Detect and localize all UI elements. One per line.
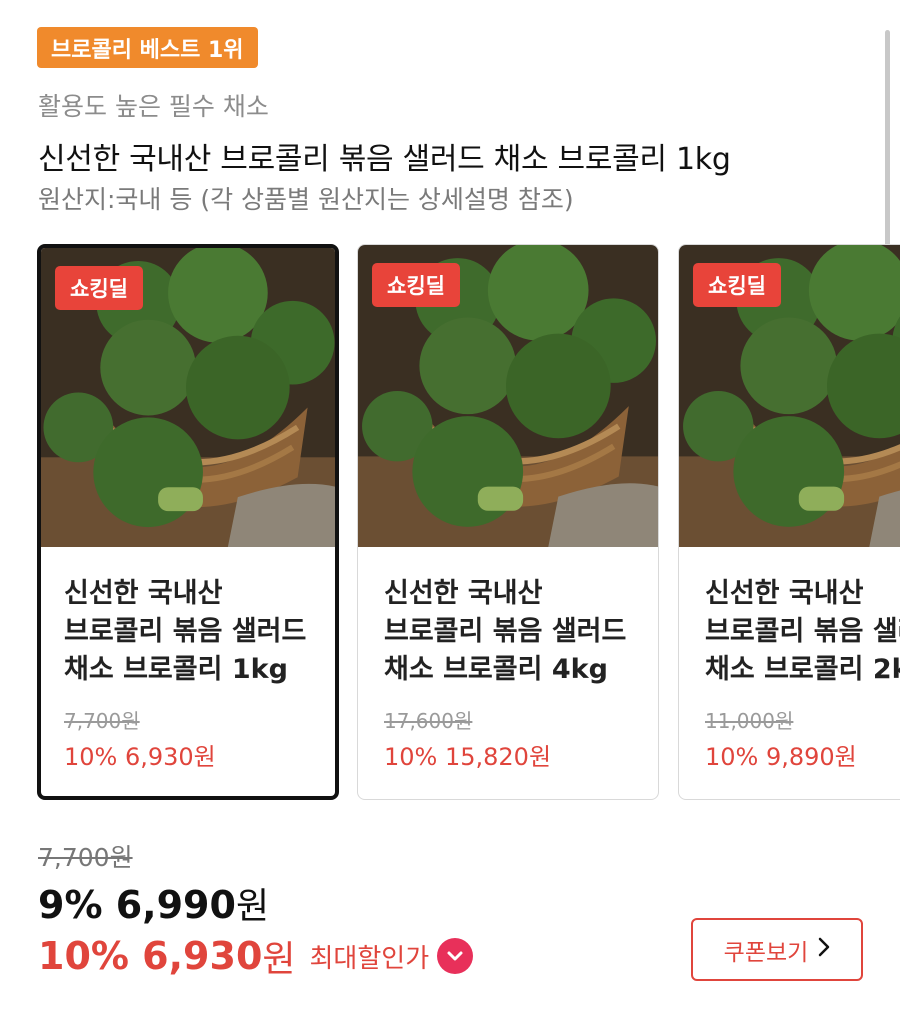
max-discount-label: 최대할인가 (309, 943, 430, 974)
option-original-price: 11,000원 (705, 709, 794, 733)
product-origin: 원산지:국내 등 (각 상품별 원산지는 상세설명 참조) (38, 185, 574, 214)
max-discount-unit: 원 (262, 939, 296, 980)
current-price: 9% 6,990원 (38, 877, 269, 929)
option-name: 신선한 국내산 브로콜리 볶음 샐러드 채소 브로콜리 2kg (705, 578, 900, 685)
original-price: 7,700원 (38, 843, 133, 872)
deal-badge: 쇼킹딜 (372, 263, 460, 307)
current-price-value: 9% 6,990 (38, 883, 236, 927)
option-original-price: 7,700원 (64, 709, 140, 733)
option-original-price: 17,600원 (384, 709, 473, 733)
chevron-right-icon (818, 937, 830, 963)
coupon-view-button[interactable]: 쿠폰보기 (691, 918, 863, 981)
product-title: 신선한 국내산 브로콜리 볶음 샐러드 채소 브로콜리 1kg (38, 142, 731, 177)
product-image: 쇼킹딜 (679, 245, 900, 547)
max-discount-value: 10% 6,930 (38, 934, 263, 978)
current-price-unit: 원 (235, 886, 270, 927)
option-card-1kg[interactable]: 쇼킹딜 신선한 국내산 브로콜리 볶음 샐러드 채소 브로콜리 1kg 7,70… (37, 244, 339, 800)
option-carousel[interactable]: 쇼킹딜 신선한 국내산 브로콜리 볶음 샐러드 채소 브로콜리 1kg 7,70… (0, 244, 900, 802)
option-sale-price: 10% 9,890원 (705, 743, 857, 771)
chevron-down-icon[interactable] (437, 938, 474, 974)
option-name: 신선한 국내산 브로콜리 볶음 샐러드 채소 브로콜리 1kg (64, 578, 307, 685)
product-subtitle: 활용도 높은 필수 채소 (38, 92, 269, 121)
option-sale-price: 10% 6,930원 (64, 743, 216, 771)
option-name: 신선한 국내산 브로콜리 볶음 샐러드 채소 브로콜리 4kg (384, 578, 627, 685)
deal-badge: 쇼킹딜 (693, 263, 781, 307)
coupon-button-label: 쿠폰보기 (723, 939, 809, 966)
best-rank-badge: 브로콜리 베스트 1위 (37, 27, 258, 68)
product-image: 쇼킹딜 (41, 248, 335, 547)
option-card-2kg[interactable]: 쇼킹딜 신선한 국내산 브로콜리 볶음 샐러드 채소 브로콜리 2kg 11,0… (678, 244, 900, 800)
option-sale-price: 10% 15,820원 (384, 743, 552, 771)
product-image: 쇼킹딜 (358, 245, 658, 547)
deal-badge: 쇼킹딜 (55, 266, 143, 310)
option-card-4kg[interactable]: 쇼킹딜 신선한 국내산 브로콜리 볶음 샐러드 채소 브로콜리 4kg 17,6… (357, 244, 659, 800)
max-discount-price[interactable]: 10% 6,930 원 최대할인가 (38, 930, 474, 982)
